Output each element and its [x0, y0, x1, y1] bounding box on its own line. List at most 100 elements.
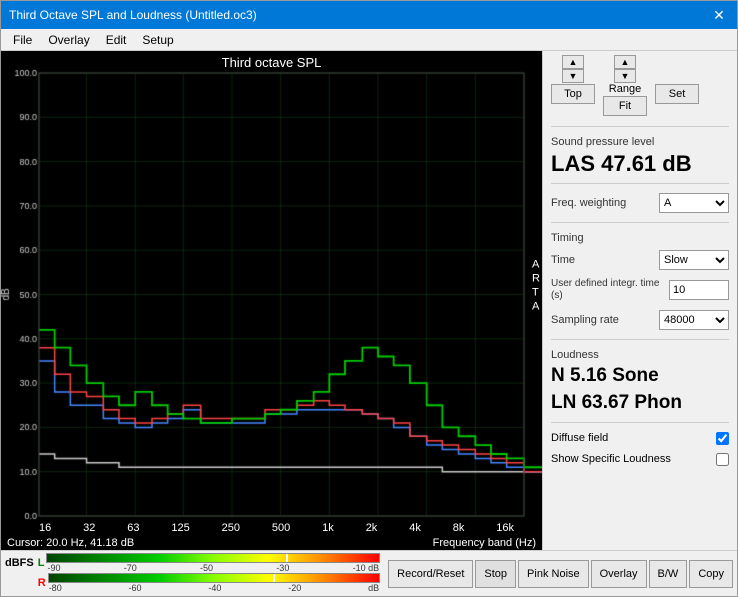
- x-axis-labels: 16 32 63 125 250 500 1k 2k 4k 8k 16k: [1, 520, 542, 536]
- spl-value: LAS 47.61 dB: [551, 152, 729, 176]
- diffuse-field-checkbox[interactable]: [716, 432, 729, 445]
- stop-button[interactable]: Stop: [475, 560, 516, 588]
- x-label-125: 125: [171, 522, 189, 534]
- bw-button[interactable]: B/W: [649, 560, 688, 588]
- copy-button[interactable]: Copy: [689, 560, 733, 588]
- set-button[interactable]: Set: [655, 84, 699, 104]
- show-specific-label: Show Specific Loudness: [551, 453, 671, 465]
- tick-20: -20: [288, 583, 301, 593]
- diffuse-field-label: Diffuse field: [551, 432, 608, 444]
- pink-noise-button[interactable]: Pink Noise: [518, 560, 589, 588]
- tick-10db: -10 dB: [353, 563, 380, 573]
- tick-30: -30: [276, 563, 289, 573]
- dbfs-section: dBFS L -90 -70 -50 -30 -10 dB dBFS: [1, 551, 384, 596]
- range-down-button[interactable]: ▼: [614, 69, 636, 83]
- close-button[interactable]: ✕: [709, 7, 729, 24]
- chart-area: Third octave SPL ARTA 16 32 63 125 250 5…: [1, 51, 542, 550]
- tick-70: -70: [124, 563, 137, 573]
- tick-db: dB: [368, 583, 379, 593]
- sampling-rate-label: Sampling rate: [551, 314, 659, 326]
- x-label-8k: 8k: [453, 522, 465, 534]
- top-label[interactable]: Top: [551, 84, 595, 104]
- show-specific-checkbox[interactable]: [716, 453, 729, 466]
- divider-3: [551, 222, 729, 223]
- divider-5: [551, 422, 729, 423]
- freq-weighting-label: Freq. weighting: [551, 197, 659, 209]
- x-label-16k: 16k: [496, 522, 514, 534]
- window-title: Third Octave SPL and Loudness (Untitled.…: [9, 8, 257, 22]
- time-row: Time Fast Slow Impulse Leq: [551, 250, 729, 270]
- menu-overlay[interactable]: Overlay: [40, 31, 97, 48]
- nav-controls: ▲ ▼ Top ▲ ▼ Range Fit: [551, 55, 729, 117]
- timing-label: Timing: [551, 232, 729, 244]
- set-nav-group: Set: [655, 55, 699, 117]
- divider-2: [551, 183, 729, 184]
- cursor-text: Cursor: 20.0 Hz, 41.18 dB: [7, 537, 134, 549]
- freq-weighting-select[interactable]: A B C Z: [659, 193, 729, 213]
- loudness-LN: LN 63.67 Phon: [551, 392, 729, 415]
- action-buttons: Record/Reset Stop Pink Noise Overlay B/W…: [384, 551, 737, 596]
- x-label-500: 500: [272, 522, 290, 534]
- chart-footer: Cursor: 20.0 Hz, 41.18 dB Frequency band…: [1, 536, 542, 550]
- bottom-area: dBFS L -90 -70 -50 -30 -10 dB dBFS: [1, 550, 737, 596]
- overlay-button[interactable]: Overlay: [591, 560, 647, 588]
- spl-section-label: Sound pressure level: [551, 136, 729, 148]
- x-axis-unit: Frequency band (Hz): [433, 537, 536, 549]
- tick-60: -60: [129, 583, 142, 593]
- record-reset-button[interactable]: Record/Reset: [388, 560, 473, 588]
- chart-canvas: [1, 51, 542, 520]
- x-label-16: 16: [39, 522, 51, 534]
- chart-title: Third octave SPL: [1, 51, 542, 72]
- dbfs-bar-1: -90 -70 -50 -30 -10 dB: [46, 553, 380, 573]
- user-integr-input[interactable]: [669, 280, 729, 300]
- sampling-rate-row: Sampling rate 44100 48000 96000: [551, 310, 729, 330]
- x-label-4k: 4k: [409, 522, 421, 534]
- tick-90: -90: [47, 563, 60, 573]
- top-nav-group: ▲ ▼ Top: [551, 55, 595, 117]
- dbfs-row-2: dBFS R -80 -60 -40 -20 dB: [5, 573, 380, 593]
- divider-4: [551, 339, 729, 340]
- right-panel: ▲ ▼ Top ▲ ▼ Range Fit: [542, 51, 737, 550]
- show-specific-row: Show Specific Loudness: [551, 453, 729, 466]
- freq-weighting-row: Freq. weighting A B C Z: [551, 193, 729, 213]
- dbfs-label: dBFS: [5, 557, 34, 569]
- top-down-button[interactable]: ▼: [562, 69, 584, 83]
- top-nav-btn-pair: ▲ ▼: [562, 55, 584, 83]
- tick-40: -40: [208, 583, 221, 593]
- time-select[interactable]: Fast Slow Impulse Leq: [659, 250, 729, 270]
- range-up-button[interactable]: ▲: [614, 55, 636, 69]
- range-nav-btn-pair: ▲ ▼: [614, 55, 636, 83]
- x-label-32: 32: [83, 522, 95, 534]
- user-integr-label: User defined integr. time (s): [551, 278, 661, 302]
- dbfs-row-1: dBFS L -90 -70 -50 -30 -10 dB: [5, 553, 380, 573]
- diffuse-field-row: Diffuse field: [551, 432, 729, 445]
- x-label-2k: 2k: [366, 522, 378, 534]
- chart-canvas-wrap: ARTA: [1, 51, 542, 520]
- r-label: R: [38, 577, 46, 589]
- user-integr-row: User defined integr. time (s): [551, 278, 729, 302]
- title-bar: Third Octave SPL and Loudness (Untitled.…: [1, 1, 737, 29]
- arta-label: ARTA: [532, 257, 540, 314]
- tick-80: -80: [49, 583, 62, 593]
- top-up-button[interactable]: ▲: [562, 55, 584, 69]
- x-label-250: 250: [222, 522, 240, 534]
- menu-edit[interactable]: Edit: [98, 31, 135, 48]
- divider-1: [551, 126, 729, 127]
- menu-setup[interactable]: Setup: [134, 31, 181, 48]
- dbfs-bar-2: -80 -60 -40 -20 dB: [48, 573, 380, 593]
- sampling-rate-select[interactable]: 44100 48000 96000: [659, 310, 729, 330]
- main-window: Third Octave SPL and Loudness (Untitled.…: [0, 0, 738, 597]
- x-label-63: 63: [127, 522, 139, 534]
- tick-50: -50: [200, 563, 213, 573]
- loudness-N: N 5.16 Sone: [551, 365, 729, 388]
- time-label: Time: [551, 254, 659, 266]
- loudness-label: Loudness: [551, 349, 729, 361]
- main-content: Third octave SPL ARTA 16 32 63 125 250 5…: [1, 51, 737, 550]
- fit-button[interactable]: Fit: [603, 96, 647, 116]
- x-label-1k: 1k: [322, 522, 334, 534]
- range-label: Range: [609, 83, 641, 95]
- menu-file[interactable]: File: [5, 31, 40, 48]
- l-label: L: [38, 557, 45, 569]
- menu-bar: File Overlay Edit Setup: [1, 29, 737, 51]
- range-nav-group: ▲ ▼ Range Fit: [603, 55, 647, 117]
